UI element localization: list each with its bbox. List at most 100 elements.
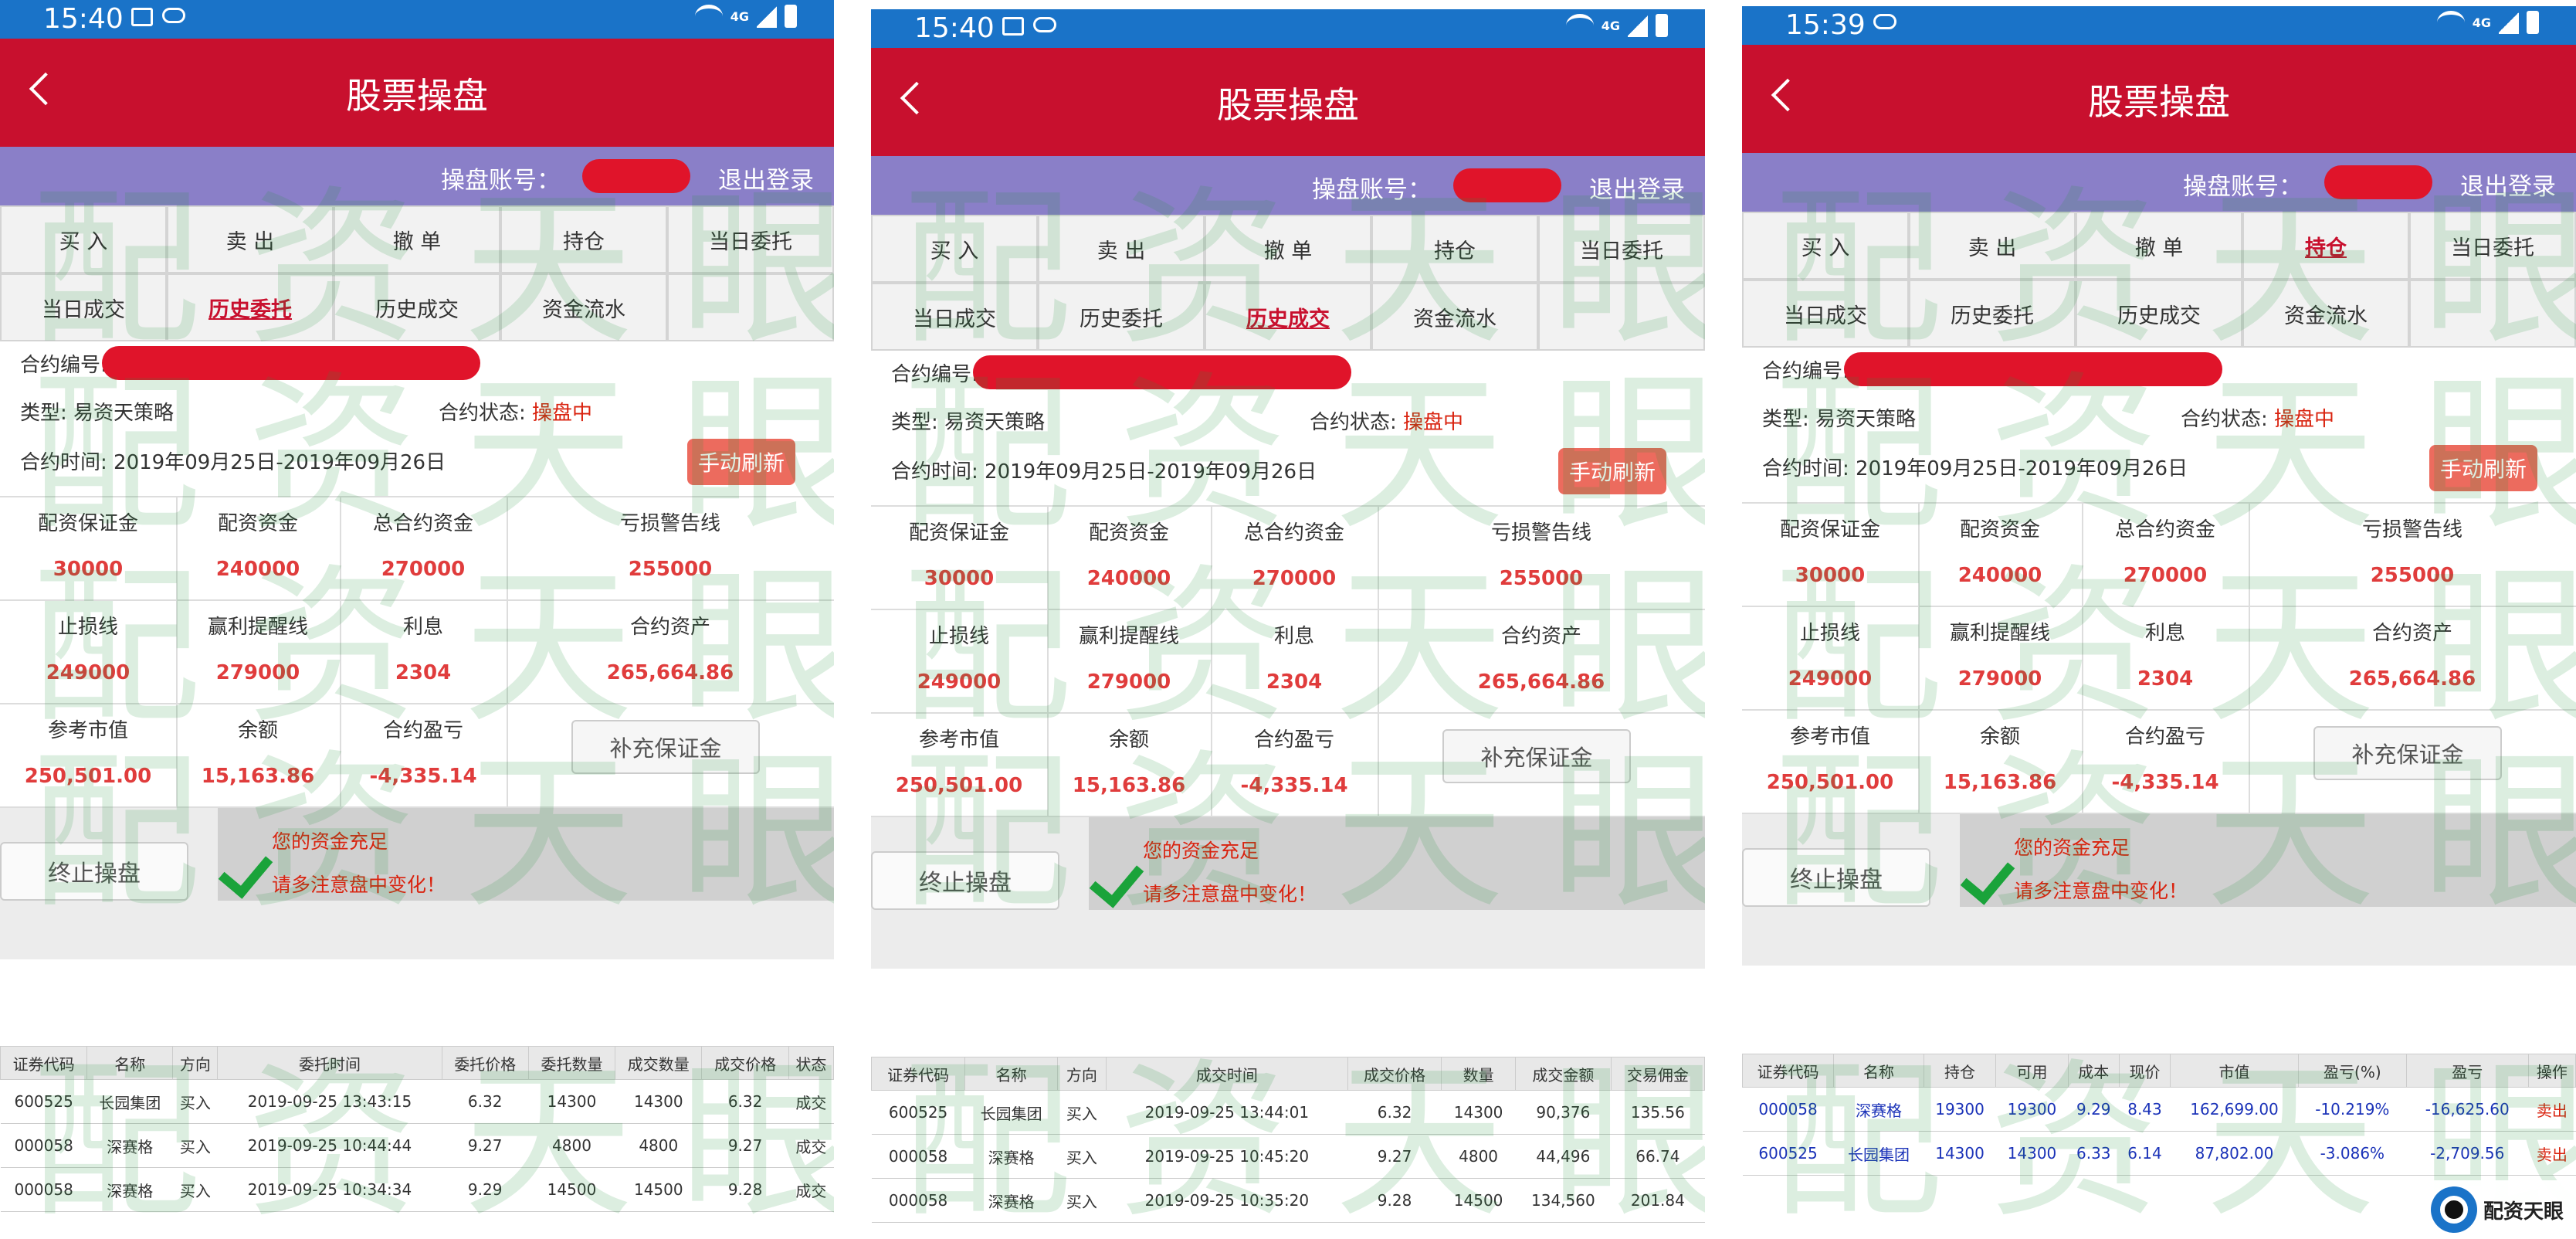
wifi-icon xyxy=(1565,14,1594,37)
contract-type: 类型: 易资天策略 xyxy=(891,406,1045,435)
tab-item[interactable] xyxy=(1538,283,1705,351)
table-header: 成交时间 xyxy=(1105,1057,1348,1091)
metric-cell: 配资保证金 30000 xyxy=(1742,504,1920,606)
table-header: 数量 xyxy=(1441,1057,1516,1091)
table-cell: 长园集团 xyxy=(86,1079,173,1124)
redacted-account xyxy=(2324,165,2432,199)
tab-item[interactable]: 当日委托 xyxy=(667,205,834,273)
tab-item[interactable]: 当日成交 xyxy=(1742,280,1909,348)
tab-item[interactable]: 当日成交 xyxy=(0,273,167,341)
logout-link[interactable]: 退出登录 xyxy=(718,161,814,195)
table-cell: 深赛格 xyxy=(1833,1087,1924,1132)
metric-label: 配资保证金 xyxy=(1779,518,1880,541)
metric-label: 配资资金 xyxy=(1088,521,1169,545)
metric-cell: 总合约资金 270000 xyxy=(2082,504,2250,606)
table-row[interactable]: 000058 深赛格 买入 2019-09-25 10:35:20 9.28 14500 1… xyxy=(871,1178,1705,1223)
tab-item[interactable] xyxy=(2409,280,2576,348)
table-row[interactable]: 000058 深赛格 买入 2019-09-25 10:45:20 9.27 4800 44… xyxy=(871,1134,1705,1179)
sell-link[interactable]: 卖出 xyxy=(2528,1087,2576,1132)
metric-value: 15,163.86 xyxy=(1943,771,2057,794)
metric-cell: 参考市值 250,501.00 xyxy=(871,714,1049,816)
table-cell: 14500 xyxy=(615,1167,702,1212)
metric-row: 参考市值 250,501.00 余额 15,163.86 合约盈亏 -4,335… xyxy=(871,714,1705,817)
table-cell: 000058 xyxy=(1742,1087,1834,1132)
table-cell: 深赛格 xyxy=(964,1178,1058,1223)
table-row[interactable]: 000058 深赛格 买入 2019-09-25 10:34:34 9.29 14500 1… xyxy=(0,1167,834,1212)
tab-item[interactable] xyxy=(667,273,834,341)
network-label: 4G xyxy=(2472,15,2491,30)
tab-item[interactable]: 持仓 xyxy=(2242,212,2409,280)
metric-label: 合约盈亏 xyxy=(2124,725,2205,748)
metric-cell: 总合约资金 270000 xyxy=(340,497,508,599)
table-cell: 66.74 xyxy=(1611,1134,1705,1179)
table-header: 成交金额 xyxy=(1515,1057,1612,1091)
metric-label: 总合约资金 xyxy=(2114,518,2215,541)
add-margin-button[interactable]: 补充保证金 xyxy=(571,720,760,774)
tab-item[interactable]: 当日委托 xyxy=(2409,212,2576,280)
metric-label: 止损线 xyxy=(57,616,118,639)
table-cell: 19300 xyxy=(1924,1087,1996,1132)
stop-trading-button[interactable]: 终止操盘 xyxy=(0,842,188,901)
table-cell: 成交 xyxy=(788,1079,834,1124)
account-bar: 操盘账号： 退出登录 xyxy=(0,147,834,205)
metric-label: 合约盈亏 xyxy=(1253,728,1334,752)
tab-item[interactable]: 撤 单 xyxy=(2076,212,2242,280)
tab-item[interactable]: 资金流水 xyxy=(500,273,667,341)
tab-item[interactable]: 买 入 xyxy=(1742,212,1909,280)
stop-trading-button[interactable]: 终止操盘 xyxy=(871,851,1059,910)
add-margin-button[interactable]: 补充保证金 xyxy=(2313,726,2502,780)
tab-item[interactable]: 历史委托 xyxy=(1038,283,1205,351)
metric-label: 利息 xyxy=(2144,622,2185,645)
table-row[interactable]: 600525 长园集团 买入 2019-09-25 13:43:15 6.32 14300… xyxy=(0,1079,834,1124)
tab-item[interactable]: 资金流水 xyxy=(2242,280,2409,348)
action-row: 终止操盘 您的资金充足 请多注意盘中变化！ xyxy=(1742,814,2576,966)
tab-item[interactable]: 历史委托 xyxy=(1909,280,2076,348)
metric-cell: 合约盈亏 -4,335.14 xyxy=(340,704,508,806)
tab-item[interactable]: 当日成交 xyxy=(871,283,1038,351)
tab-item[interactable]: 历史委托 xyxy=(167,273,334,341)
tab-item[interactable]: 资金流水 xyxy=(1371,283,1538,351)
metric-label: 余额 xyxy=(1979,725,2020,748)
table-cell: 9.28 xyxy=(1347,1178,1442,1223)
table-header: 盈亏 xyxy=(2405,1054,2529,1088)
metric-cell: 合约资产 265,664.86 xyxy=(2249,607,2576,709)
table-cell: 87,802.00 xyxy=(2170,1131,2299,1176)
table-header: 方向 xyxy=(172,1046,219,1080)
stop-trading-button[interactable]: 终止操盘 xyxy=(1742,848,1930,907)
refresh-button[interactable]: 手动刷新 xyxy=(2429,445,2537,491)
tab-item[interactable]: 买 入 xyxy=(0,205,167,273)
tab-item[interactable]: 历史成交 xyxy=(334,273,500,341)
table-cell: 9.27 xyxy=(701,1123,789,1168)
tab-item[interactable]: 持仓 xyxy=(1371,215,1538,283)
refresh-button[interactable]: 手动刷新 xyxy=(687,439,795,485)
contract-type: 类型: 易资天策略 xyxy=(20,397,174,426)
tab-item[interactable]: 撤 单 xyxy=(334,205,500,273)
add-margin-button[interactable]: 补充保证金 xyxy=(1442,729,1631,783)
metric-row: 止损线 249000 赢利提醒线 279000 利息 2304 合约资产 265… xyxy=(871,610,1705,714)
tab-item[interactable]: 历史成交 xyxy=(1205,283,1371,351)
tab-item[interactable]: 持仓 xyxy=(500,205,667,273)
type-label: 类型: xyxy=(20,402,67,425)
refresh-button[interactable]: 手动刷新 xyxy=(1558,448,1666,494)
logout-link[interactable]: 退出登录 xyxy=(1589,170,1685,205)
metric-row: 配资保证金 30000 配资资金 240000 总合约资金 270000 亏损警… xyxy=(0,497,834,601)
logout-link[interactable]: 退出登录 xyxy=(2460,167,2556,202)
table-row[interactable]: 600525 长园集团 14300 14300 6.33 6.14 87,802.00 -3.… xyxy=(1742,1131,2576,1176)
tab-item[interactable]: 卖 出 xyxy=(167,205,334,273)
metric-cell: 止损线 249000 xyxy=(0,601,178,703)
tab-item[interactable]: 卖 出 xyxy=(1909,212,2076,280)
table-row[interactable]: 600525 长园集团 买入 2019-09-25 13:44:01 6.32 14300… xyxy=(871,1090,1705,1135)
metric-value: 30000 xyxy=(924,567,995,590)
metric-label: 参考市值 xyxy=(918,728,999,752)
tab-item[interactable]: 撤 单 xyxy=(1205,215,1371,283)
tab-item[interactable]: 买 入 xyxy=(871,215,1038,283)
table-row[interactable]: 000058 深赛格 买入 2019-09-25 10:44:44 9.27 4800 48… xyxy=(0,1123,834,1168)
tab-item[interactable]: 当日委托 xyxy=(1538,215,1705,283)
sell-link[interactable]: 卖出 xyxy=(2528,1131,2576,1176)
metric-cell: 余额 15,163.86 xyxy=(176,704,341,806)
table-row[interactable]: 000058 深赛格 19300 19300 9.29 8.43 162,699.00 -10… xyxy=(1742,1087,2576,1132)
tab-item[interactable]: 历史成交 xyxy=(2076,280,2242,348)
metric-cell: 参考市值 250,501.00 xyxy=(0,704,178,806)
alert-line-2: 请多注意盘中变化！ xyxy=(2014,880,2188,902)
tab-item[interactable]: 卖 出 xyxy=(1038,215,1205,283)
